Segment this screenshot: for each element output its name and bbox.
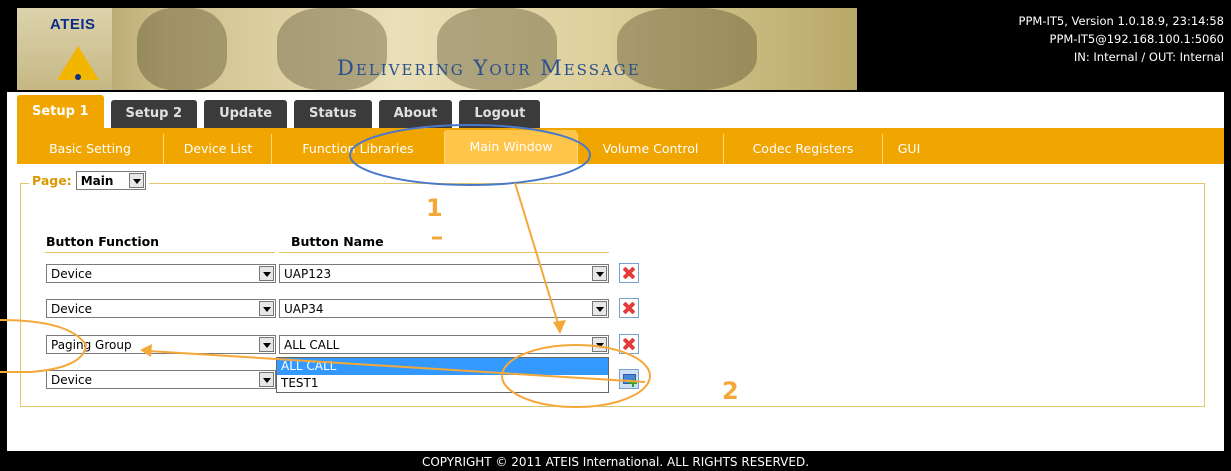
tab-setup-1[interactable]: Setup 1 [17, 95, 104, 128]
version-info: PPM-IT5, Version 1.0.18.9, 23:14:58 [1018, 14, 1224, 28]
function-select[interactable]: Device [46, 370, 276, 389]
tab-main-window[interactable]: Main Window [444, 130, 577, 164]
footer: COPYRIGHT © 2011 ATEIS International. AL… [421, 455, 810, 469]
tab-gui[interactable]: GUI [882, 134, 935, 164]
annotation-number: 1 [426, 194, 443, 222]
chevron-down-icon[interactable] [259, 266, 274, 281]
function-select[interactable]: Device [46, 299, 276, 318]
delete-icon[interactable] [619, 298, 639, 318]
name-select[interactable]: UAP123 [279, 264, 609, 283]
chevron-down-icon[interactable] [259, 372, 274, 387]
sub-tabs: Basic Setting Device List Function Libra… [17, 128, 1224, 164]
header: ATEIS Delivering Your Message PPM-IT5, V… [7, 8, 1224, 92]
button-config-panel: Page: Main Button Function Button Name D… [20, 171, 1205, 407]
chevron-down-icon[interactable] [592, 266, 607, 281]
chevron-down-icon[interactable] [259, 337, 274, 352]
host-info: PPM-IT5@192.168.100.1:5060 [1049, 32, 1224, 46]
tab-status[interactable]: Status [294, 100, 372, 128]
tab-update[interactable]: Update [204, 100, 288, 128]
banner: ATEIS Delivering Your Message [17, 8, 857, 90]
add-button-icon[interactable] [619, 369, 639, 389]
logo-text: ATEIS [50, 16, 96, 33]
function-select[interactable]: Device [46, 264, 276, 283]
logo: ATEIS [17, 8, 112, 90]
tab-device-list[interactable]: Device List [163, 134, 272, 164]
delete-icon[interactable] [619, 334, 639, 354]
tab-function-libraries[interactable]: Function Libraries [271, 134, 444, 164]
name-dropdown-list: ALL CALL TEST1 [276, 357, 609, 393]
annotation-number: 2 [722, 377, 739, 405]
chevron-down-icon[interactable] [259, 301, 274, 316]
chevron-down-icon[interactable] [128, 173, 144, 188]
page-select[interactable]: Main [75, 171, 146, 190]
tab-logout[interactable]: Logout [459, 100, 541, 128]
main-tabs: Setup 1 Setup 2 Update Status About Logo… [17, 95, 547, 128]
tab-volume-control[interactable]: Volume Control [577, 134, 723, 164]
tab-about[interactable]: About [378, 100, 453, 128]
name-select[interactable]: UAP34 [279, 299, 609, 318]
chevron-down-icon[interactable] [592, 301, 607, 316]
page-label: Page: [32, 173, 72, 188]
tab-setup-2[interactable]: Setup 2 [110, 100, 198, 128]
slogan: Delivering Your Message [337, 56, 641, 80]
io-info: IN: Internal / OUT: Internal [1073, 50, 1224, 64]
system-info: PPM-IT5, Version 1.0.18.9, 23:14:58 PPM-… [1019, 12, 1224, 66]
tab-basic-setting[interactable]: Basic Setting [17, 134, 163, 164]
page-selector: Page: Main [29, 171, 149, 190]
function-select[interactable]: Paging Group [46, 335, 276, 354]
tab-codec-registers[interactable]: Codec Registers [723, 134, 882, 164]
name-select[interactable]: ALL CALL [279, 335, 609, 354]
button-function-header: Button Function [46, 234, 160, 249]
delete-icon[interactable] [619, 263, 639, 283]
button-name-header: Button Name [291, 234, 384, 249]
dropdown-option[interactable]: TEST1 [277, 375, 608, 392]
chevron-down-icon[interactable] [592, 337, 607, 352]
dropdown-option[interactable]: ALL CALL [277, 358, 608, 375]
